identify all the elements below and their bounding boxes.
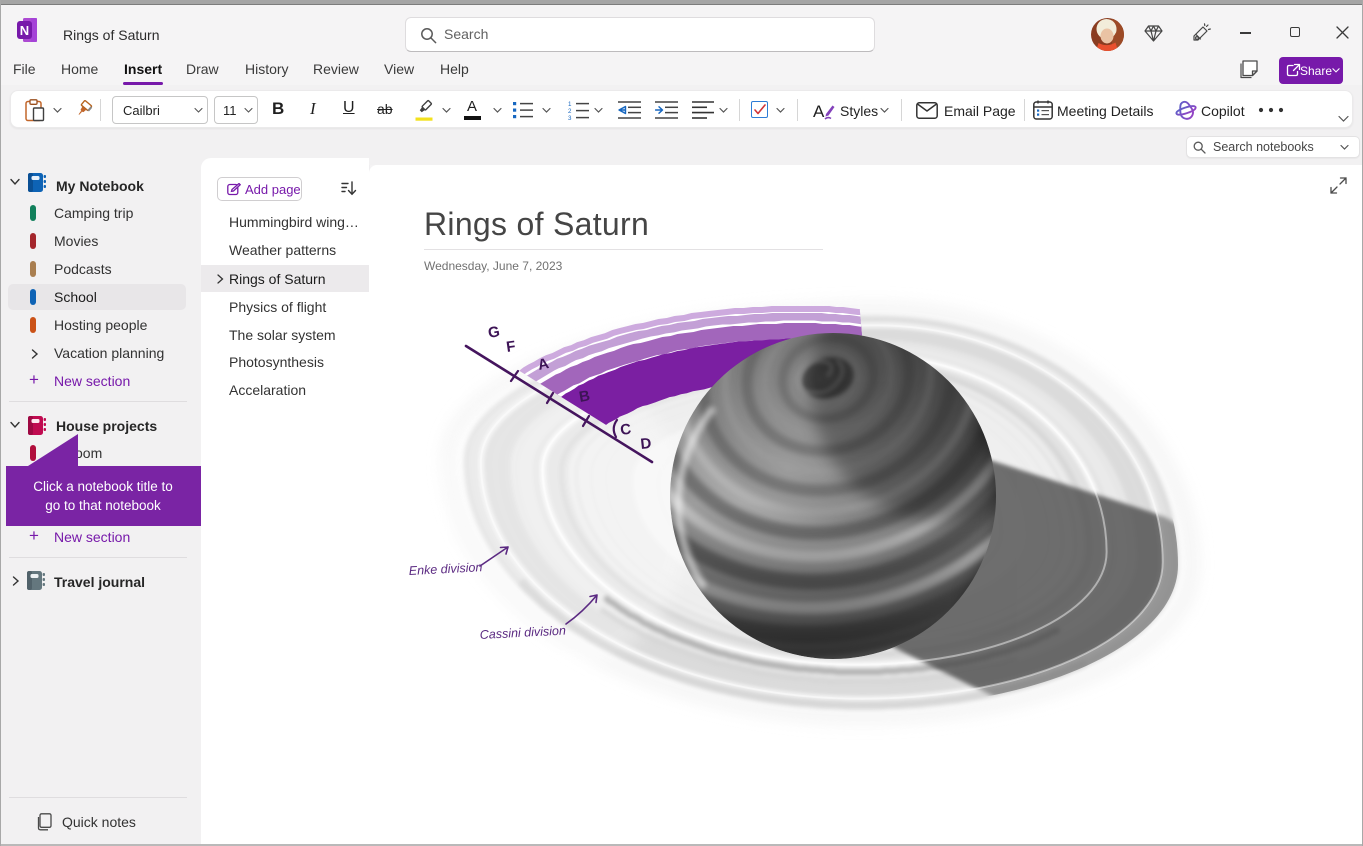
svg-text:3: 3 <box>568 115 572 120</box>
svg-text:A: A <box>813 102 825 121</box>
svg-text:N: N <box>20 23 29 38</box>
svg-text:1: 1 <box>568 101 572 108</box>
svg-text:2: 2 <box>568 108 572 115</box>
